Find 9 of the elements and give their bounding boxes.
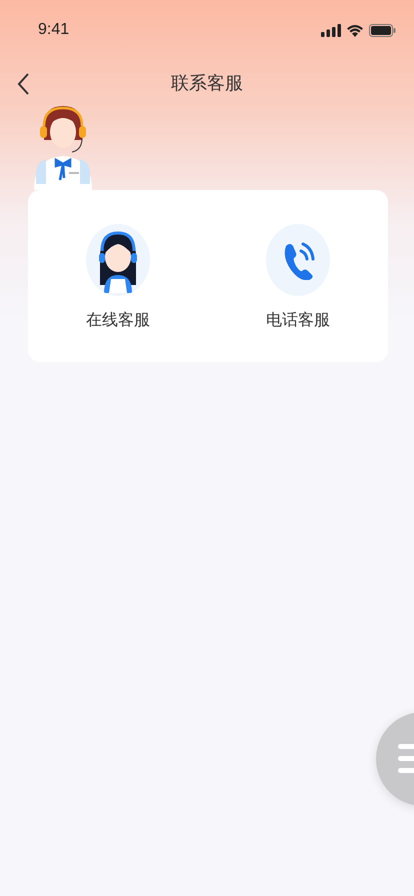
menu-icon (398, 742, 414, 776)
page-title: 联系客服 (171, 72, 243, 95)
wifi-icon (346, 24, 364, 36)
back-icon (16, 72, 30, 96)
battery-icon (369, 24, 396, 36)
status-time: 9:41 (38, 21, 70, 39)
service-option[interactable]: 在线客服 (28, 190, 208, 362)
signal-icon (321, 24, 341, 36)
service-option[interactable]: 电话客服 (208, 190, 388, 362)
